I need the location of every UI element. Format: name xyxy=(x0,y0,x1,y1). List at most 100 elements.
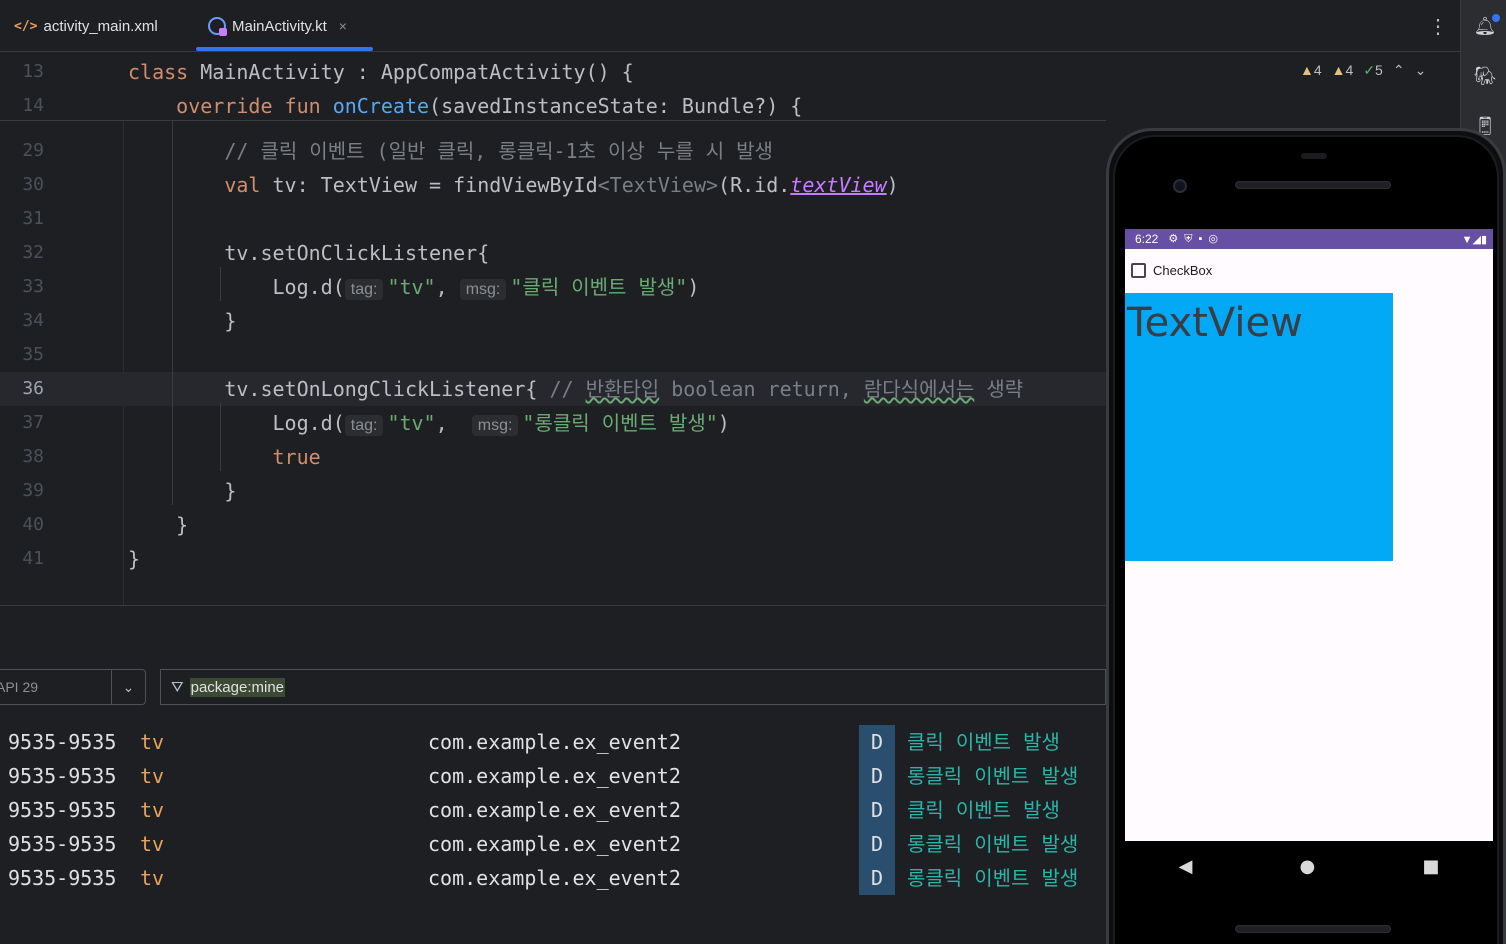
code-line[interactable]: 31 xyxy=(0,202,1106,236)
textview[interactable]: TextView xyxy=(1125,293,1393,561)
code-token: ) xyxy=(687,275,700,299)
code-token: ) xyxy=(886,173,899,197)
log-tag: tv xyxy=(140,832,165,856)
line-number: 30 xyxy=(22,174,44,195)
device-selector[interactable]: API 29 ⌄ xyxy=(0,669,146,705)
check-icon: ✓ xyxy=(1363,62,1376,78)
active-tab-indicator xyxy=(196,47,373,51)
indent-guide xyxy=(220,267,221,301)
front-camera-icon xyxy=(1173,179,1187,193)
log-message: 롱클릭 이벤트 발생 xyxy=(907,866,1079,890)
log-pid: 9535-9535 xyxy=(8,832,117,856)
code-token: textView xyxy=(790,173,887,197)
line-number: 31 xyxy=(22,208,44,229)
logcat-row[interactable]: 9535-9535 tv com.example.ex_event2 D 롱클릭 이벤트… xyxy=(0,861,1106,895)
logcat-row[interactable]: 9535-9535 tv com.example.ex_event2 D 클릭 이벤트 … xyxy=(0,793,1106,827)
code-token: tv: TextView = findViewById xyxy=(272,173,598,197)
close-tab-icon[interactable]: × xyxy=(339,18,347,34)
code-token: 생략 xyxy=(974,377,1024,401)
logcat-row[interactable]: 9535-9535 tv com.example.ex_event2 D 롱클릭 이벤트… xyxy=(0,759,1106,793)
android-nav-bar: ◀ ● ■ xyxy=(1125,841,1493,891)
code-text: val tv: TextView = findViewById<TextView… xyxy=(128,168,899,202)
code-line[interactable]: 39 } xyxy=(0,474,1106,508)
nav-home-icon[interactable]: ● xyxy=(1300,856,1316,877)
code-line[interactable]: 34 } xyxy=(0,304,1106,338)
code-line[interactable]: 41} xyxy=(0,542,1106,576)
warning-icon: ▲ xyxy=(1300,62,1314,78)
code-line[interactable]: 30 val tv: TextView = findViewById<TextV… xyxy=(0,168,1106,202)
log-message: 롱클릭 이벤트 발생 xyxy=(907,764,1079,788)
code-line[interactable]: 40 } xyxy=(0,508,1106,542)
log-package: com.example.ex_event2 xyxy=(428,832,681,856)
earpiece-speaker xyxy=(1235,181,1391,189)
line-number: 36 xyxy=(22,378,44,399)
logcat-row[interactable]: 9535-9535 tv com.example.ex_event2 D 클릭 이벤트 … xyxy=(0,725,1106,759)
code-text: } xyxy=(128,508,188,542)
checkbox-box[interactable] xyxy=(1131,263,1146,278)
code-line[interactable]: 37 Log.d(tag: "tv", msg: "롱클릭 이벤트 발생") xyxy=(0,406,1106,440)
chevron-down-icon[interactable]: ⌄ xyxy=(112,679,145,696)
log-package: com.example.ex_event2 xyxy=(428,730,681,754)
code-line[interactable]: 13 class MainActivity : AppCompatActivity… xyxy=(0,55,1106,89)
emulator-device-frame: 6:22 ⚙⛨▪◎ ▼◢▮ CheckBox TextView ◀ ● ■ xyxy=(1106,128,1506,944)
code-text: } xyxy=(128,542,140,576)
log-level-badge: D xyxy=(859,725,895,759)
code-token: "롱클릭 이벤트 발생" xyxy=(522,411,718,435)
line-number: 33 xyxy=(22,276,44,297)
code-text: class MainActivity : AppCompatActivity()… xyxy=(128,55,634,89)
tab-main-activity-kt[interactable]: MainActivity.kt × xyxy=(208,0,347,52)
code-token: } xyxy=(128,479,237,503)
logcat-toolbar xyxy=(0,605,1106,667)
code-line[interactable]: 14 override fun onCreate(savedInstanceSt… xyxy=(0,89,1106,123)
log-tag: tv xyxy=(140,866,165,890)
code-token: // 클릭 이벤트 (일반 클릭, 롱클릭-1초 이상 누를 시 발생 xyxy=(224,139,773,163)
log-message: 클릭 이벤트 발생 xyxy=(907,730,1060,754)
more-options-icon[interactable]: ⋮ xyxy=(1428,14,1448,39)
tab-activity-main-xml[interactable]: </> activity_main.xml xyxy=(14,0,158,52)
code-editor[interactable]: 13 class MainActivity : AppCompatActivity… xyxy=(0,53,1106,605)
indent-guide xyxy=(172,121,173,505)
kotlin-file-icon xyxy=(208,17,227,36)
code-token: 반환타입 xyxy=(585,377,660,401)
device-bottom-speaker xyxy=(1235,925,1391,933)
code-token: (savedInstanceState: Bundle?) { xyxy=(429,94,803,118)
chevron-down-icon[interactable]: ⌄ xyxy=(1415,62,1427,79)
nav-back-icon[interactable]: ◀ xyxy=(1179,856,1193,877)
code-line[interactable]: 29 // 클릭 이벤트 (일반 클릭, 롱클릭-1초 이상 누를 시 발생 xyxy=(0,134,1106,168)
code-token: } xyxy=(128,309,237,333)
code-token: onCreate xyxy=(332,94,430,118)
code-token: "tv" xyxy=(387,275,436,299)
code-line[interactable]: 38 true xyxy=(0,440,1106,474)
logcat-filter-input[interactable]: ⛛ package:mine xyxy=(160,669,1106,705)
log-pid: 9535-9535 xyxy=(8,798,117,822)
code-token: MainActivity : AppCompatActivity() { xyxy=(200,60,634,84)
inspection-widget[interactable]: ▲4 ▲4 ✓5 ⌃ ⌄ xyxy=(1300,62,1426,79)
warning-count-a: ▲4 xyxy=(1300,62,1322,78)
gradle-icon[interactable]: 🐘︎ xyxy=(1473,66,1497,90)
code-line[interactable]: 33 Log.d(tag: "tv", msg: "클릭 이벤트 발생") xyxy=(0,270,1106,304)
checkbox[interactable]: CheckBox xyxy=(1131,263,1212,278)
code-token: tv.setOnClickListener{ xyxy=(128,241,490,265)
code-line[interactable]: 35 xyxy=(0,338,1106,372)
line-number: 35 xyxy=(22,344,44,365)
code-line[interactable]: 32 tv.setOnClickListener{ xyxy=(0,236,1106,270)
chevron-up-icon[interactable]: ⌃ xyxy=(1393,62,1405,79)
android-status-bar: 6:22 ⚙⛨▪◎ ▼◢▮ xyxy=(1125,229,1493,249)
line-number: 32 xyxy=(22,242,44,263)
code-line[interactable]: 36 tv.setOnLongClickListener{ // 반환타입 bo… xyxy=(0,372,1106,406)
logcat-row[interactable]: 9535-9535 tv com.example.ex_event2 D 롱클릭 이벤트… xyxy=(0,827,1106,861)
code-text: tv.setOnLongClickListener{ // 반환타입 boole… xyxy=(128,372,1023,406)
notification-badge xyxy=(1492,14,1500,22)
code-token: 람다식에서는 xyxy=(863,377,975,401)
device-screen[interactable]: 6:22 ⚙⛨▪◎ ▼◢▮ CheckBox TextView xyxy=(1125,229,1493,841)
code-token: } xyxy=(128,513,189,537)
nav-recents-icon[interactable]: ■ xyxy=(1422,856,1439,877)
code-text: override fun onCreate(savedInstanceState… xyxy=(128,89,802,123)
code-token: <TextView> xyxy=(597,173,719,197)
filter-icon: ⛛ xyxy=(171,678,184,696)
parameter-hint: tag: xyxy=(344,279,384,300)
status-signal-battery-icons: ▼◢▮ xyxy=(1461,233,1487,246)
device-bezel: 6:22 ⚙⛨▪◎ ▼◢▮ CheckBox TextView ◀ ● ■ xyxy=(1113,135,1499,944)
